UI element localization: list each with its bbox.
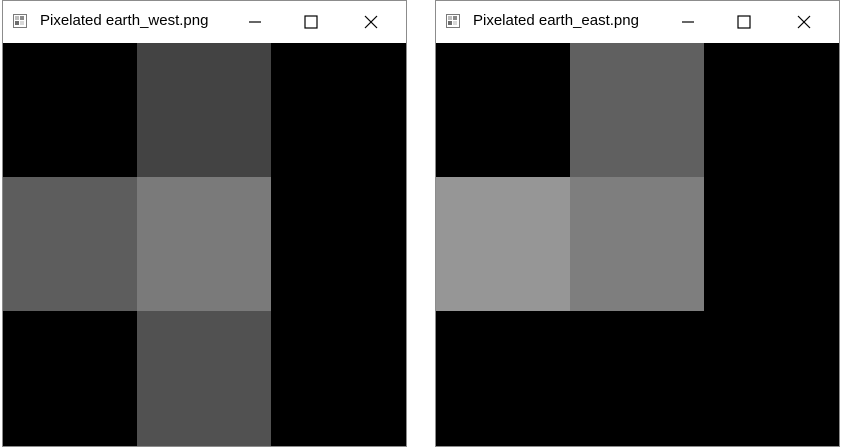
close-button[interactable]: [781, 1, 827, 43]
pixel-cell-r1-c2: [704, 177, 839, 311]
maximize-button[interactable]: [721, 1, 767, 43]
pixel-canvas: [436, 43, 839, 446]
pixel-canvas: [3, 43, 406, 446]
title-bar[interactable]: Pixelated earth_east.png: [436, 1, 839, 43]
pixel-cell-r0-c2: [271, 43, 406, 177]
pixel-cell-r0-c1: [137, 43, 271, 177]
image-file-icon: [13, 14, 27, 28]
pixel-cell-r1-c0: [3, 177, 137, 311]
pixel-cell-r1-c0: [436, 177, 570, 311]
pixel-cell-r0-c1: [570, 43, 704, 177]
pixel-cell-r0-c0: [436, 43, 570, 177]
close-button[interactable]: [348, 1, 394, 43]
pixel-cell-r2-c2: [704, 311, 839, 446]
maximize-icon: [304, 15, 318, 29]
pixel-cell-r1-c1: [137, 177, 271, 311]
pixel-cell-r1-c1: [570, 177, 704, 311]
pixel-cell-r0-c2: [704, 43, 839, 177]
image-window-west: Pixelated earth_west.png: [2, 0, 407, 447]
image-window-east: Pixelated earth_east.png: [435, 0, 840, 447]
image-file-icon: [446, 14, 460, 28]
minimize-icon: [249, 21, 261, 23]
maximize-icon: [737, 15, 751, 29]
close-icon: [364, 15, 378, 29]
maximize-button[interactable]: [288, 1, 334, 43]
pixel-cell-r1-c2: [271, 177, 406, 311]
window-title: Pixelated earth_east.png: [473, 12, 639, 29]
pixel-cell-r0-c0: [3, 43, 137, 177]
close-icon: [797, 15, 811, 29]
pixel-cell-r2-c2: [271, 311, 406, 446]
pixel-cell-r2-c1: [570, 311, 704, 446]
window-title: Pixelated earth_west.png: [40, 12, 209, 29]
title-bar[interactable]: Pixelated earth_west.png: [3, 1, 406, 43]
pixel-cell-r2-c0: [3, 311, 137, 446]
pixel-cell-r2-c0: [436, 311, 570, 446]
minimize-button[interactable]: [232, 1, 278, 43]
minimize-button[interactable]: [665, 1, 711, 43]
minimize-icon: [682, 21, 694, 23]
pixel-cell-r2-c1: [137, 311, 271, 446]
